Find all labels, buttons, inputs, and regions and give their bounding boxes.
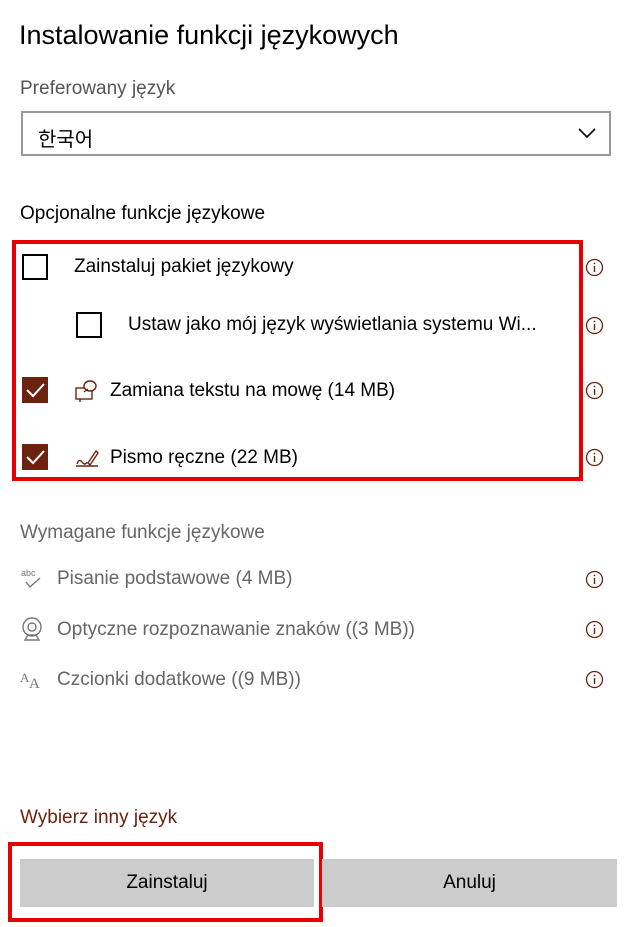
optional-features-heading: Opcjonalne funkcje językowe — [20, 203, 266, 224]
dialog-title: Instalowanie funkcji językowych — [19, 20, 399, 50]
checkbox-handwriting[interactable] — [22, 444, 48, 470]
info-icon[interactable] — [585, 258, 604, 277]
checkmark-icon — [26, 450, 45, 465]
spellcheck-icon: abc — [21, 568, 41, 589]
info-icon[interactable] — [585, 570, 604, 589]
speech-icon — [75, 380, 97, 402]
option-label: Zainstaluj pakiet językowy — [74, 256, 294, 277]
svg-text:A: A — [29, 676, 40, 690]
fonts-icon: A A — [20, 670, 40, 690]
checkbox-text-to-speech[interactable] — [22, 377, 48, 403]
choose-another-language-link[interactable]: Wybierz inny język — [20, 807, 177, 829]
info-icon[interactable] — [585, 670, 604, 689]
checkbox-set-display-language[interactable] — [76, 312, 102, 338]
install-button[interactable]: Zainstaluj — [20, 859, 314, 907]
info-icon[interactable] — [585, 381, 604, 400]
cancel-button[interactable]: Anuluj — [322, 859, 617, 907]
preferred-language-label: Preferowany język — [20, 78, 176, 99]
chevron-down-icon — [578, 128, 596, 139]
svg-text:abc: abc — [21, 568, 36, 578]
option-label: Zamiana tekstu na mowę (14 MB) — [110, 380, 396, 401]
info-icon[interactable] — [585, 316, 604, 335]
checkbox-install-language-pack[interactable] — [22, 254, 48, 280]
handwriting-icon — [76, 449, 99, 467]
info-icon[interactable] — [585, 620, 604, 639]
required-item-label: Optyczne rozpoznawanie znaków ((3 MB)) — [57, 619, 415, 640]
required-features-heading: Wymagane funkcje językowe — [20, 522, 265, 543]
checkmark-icon — [26, 383, 45, 398]
required-item-label: Czcionki dodatkowe ((9 MB)) — [57, 669, 301, 690]
preferred-language-select[interactable]: 한국어 — [21, 111, 611, 156]
required-item-label: Pisanie podstawowe (4 MB) — [57, 568, 293, 589]
option-label: Ustaw jako mój język wyświetlania system… — [128, 314, 537, 335]
info-icon[interactable] — [585, 448, 604, 467]
select-value: 한국어 — [38, 129, 94, 151]
option-label: Pismo ręczne (22 MB) — [110, 447, 298, 468]
ocr-camera-icon — [22, 617, 42, 641]
